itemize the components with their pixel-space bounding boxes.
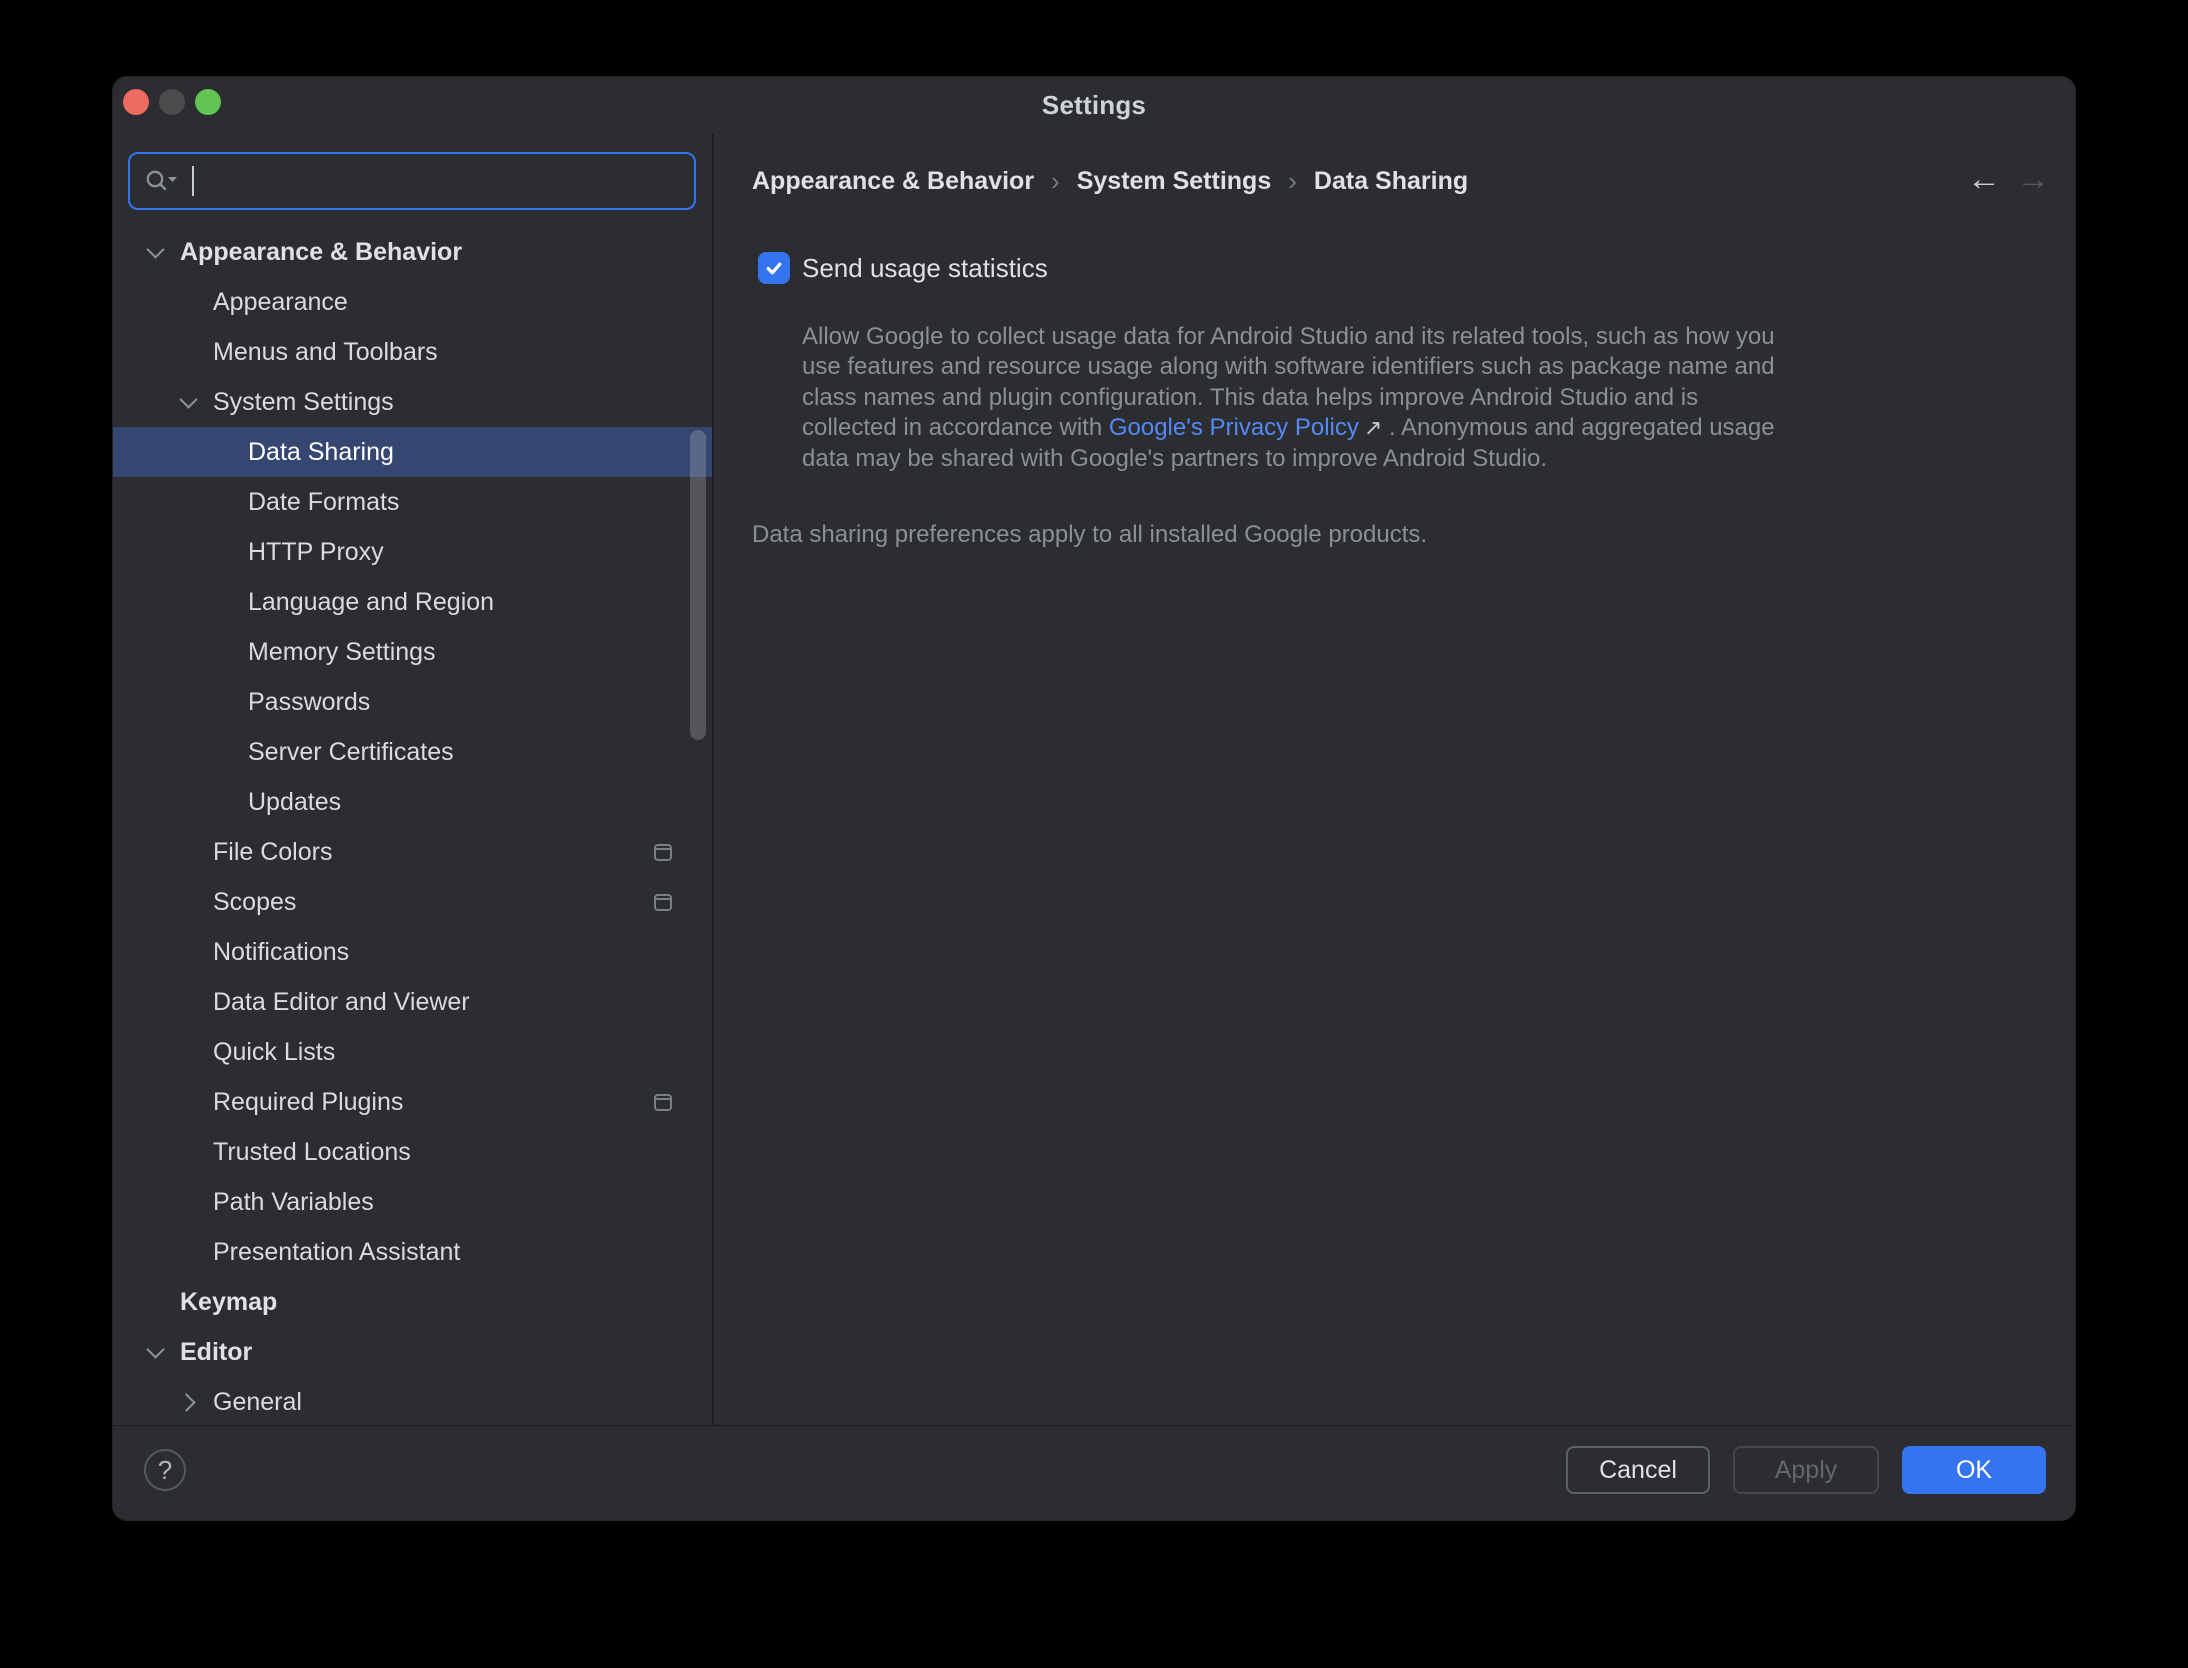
sidebar-item-quick-lists[interactable]: Quick Lists [113,1027,713,1077]
sidebar-item-label: Appearance [213,288,348,317]
window-title: Settings [1042,90,1146,121]
settings-window: Settings Appearance & BehaviorAppearance… [113,77,2075,1520]
sidebar-item-passwords[interactable]: Passwords [113,677,713,727]
sidebar-item-label: Data Sharing [248,438,394,467]
settings-search-input[interactable] [200,167,694,196]
sidebar-item-label: Updates [248,788,341,817]
applied-settings-icon [654,894,672,911]
ok-button[interactable]: OK [1902,1446,2046,1494]
sidebar-item-system-settings[interactable]: System Settings [113,377,713,427]
sidebar-item-notifications[interactable]: Notifications [113,927,713,977]
sidebar-item-label: Server Certificates [248,738,454,767]
sidebar-item-required-plugins[interactable]: Required Plugins [113,1077,713,1127]
back-arrow-icon[interactable]: ← [1967,161,2001,197]
sidebar-item-label: Menus and Toolbars [213,338,438,367]
sidebar-item-label: Appearance & Behavior [180,238,462,267]
settings-tree: Appearance & Behavior Appearance Menus and… [113,227,713,1427]
sidebar-item-label: HTTP Proxy [248,538,384,567]
sidebar-item-label: Date Formats [248,488,399,517]
privacy-policy-link[interactable]: Google's Privacy Policy [1109,414,1359,441]
zoom-button[interactable] [195,89,221,115]
sidebar-item-label: Trusted Locations [213,1138,411,1167]
search-icon[interactable] [144,168,178,194]
breadcrumb-separator: › [1288,166,1297,197]
chevron-down-icon[interactable] [145,248,165,256]
sidebar-scrollbar[interactable] [690,430,706,740]
sidebar-item-label: System Settings [213,388,394,417]
sidebar-item-label: Memory Settings [248,638,436,667]
send-usage-statistics-checkbox[interactable] [758,252,790,284]
sidebar-item-updates[interactable]: Updates [113,777,713,827]
breadcrumb-item-appearance-behavior[interactable]: Appearance & Behavior [752,167,1034,196]
apply-button: Apply [1733,1446,1879,1494]
sidebar-item-label: Quick Lists [213,1038,335,1067]
sidebar-item-label: File Colors [213,838,332,867]
sidebar-item-appearance-behavior[interactable]: Appearance & Behavior [113,227,713,277]
sidebar-item-label: General [213,1388,302,1417]
sidebar-divider [712,134,714,1425]
sidebar-item-label: Language and Region [248,588,494,617]
forward-arrow-icon: → [2016,161,2050,197]
chevron-right-icon[interactable] [178,1396,198,1409]
sidebar-item-label: Required Plugins [213,1088,403,1117]
sidebar-item-date-formats[interactable]: Date Formats [113,477,713,527]
sidebar-item-memory-settings[interactable]: Memory Settings [113,627,713,677]
external-link-icon: ↗ [1359,415,1382,440]
sidebar-item-label: Keymap [180,1288,277,1317]
search-field[interactable] [128,152,696,210]
minimize-button[interactable] [159,89,185,115]
sidebar-item-server-certificates[interactable]: Server Certificates [113,727,713,777]
sidebar-item-label: Notifications [213,938,349,967]
cancel-button[interactable]: Cancel [1566,1446,1710,1494]
sidebar-item-file-colors[interactable]: File Colors [113,827,713,877]
send-usage-statistics-row: Send usage statistics [758,252,1048,284]
sidebar-item-data-sharing[interactable]: Data Sharing [113,427,713,477]
data-sharing-note: Data sharing preferences apply to all in… [752,521,1427,549]
chevron-down-icon[interactable] [178,398,198,406]
text-cursor [192,166,194,196]
sidebar-item-label: Passwords [248,688,370,717]
sidebar-item-data-editor-and-viewer[interactable]: Data Editor and Viewer [113,977,713,1027]
breadcrumb-item-data-sharing[interactable]: Data Sharing [1314,167,1468,196]
help-button[interactable]: ? [144,1449,186,1491]
breadcrumb-item-system-settings[interactable]: System Settings [1077,167,1272,196]
breadcrumb: Appearance & Behavior › System Settings › Da… [752,165,1468,197]
checkmark-icon [764,258,784,278]
sidebar-item-trusted-locations[interactable]: Trusted Locations [113,1127,713,1177]
applied-settings-icon [654,844,672,861]
usage-description: Allow Google to collect usage data for A… [802,322,1792,474]
checkbox-label: Send usage statistics [802,253,1048,284]
sidebar-item-label: Scopes [213,888,296,917]
chevron-down-icon[interactable] [145,1348,165,1356]
sidebar-item-scopes[interactable]: Scopes [113,877,713,927]
sidebar-item-path-variables[interactable]: Path Variables [113,1177,713,1227]
breadcrumb-separator: › [1051,166,1060,197]
sidebar-item-presentation-assistant[interactable]: Presentation Assistant [113,1227,713,1277]
sidebar-item-editor[interactable]: Editor [113,1327,713,1377]
close-button[interactable] [123,89,149,115]
help-label: ? [158,1455,172,1486]
sidebar-item-menus-and-toolbars[interactable]: Menus and Toolbars [113,327,713,377]
sidebar-item-label: Editor [180,1338,252,1367]
sidebar-item-appearance[interactable]: Appearance [113,277,713,327]
sidebar-item-label: Data Editor and Viewer [213,988,470,1017]
sidebar-item-language-and-region[interactable]: Language and Region [113,577,713,627]
sidebar-item-http-proxy[interactable]: HTTP Proxy [113,527,713,577]
applied-settings-icon [654,1094,672,1111]
sidebar-item-label: Path Variables [213,1188,374,1217]
sidebar-item-general[interactable]: General [113,1377,713,1427]
title-bar: Settings [113,77,2075,134]
sidebar-item-keymap[interactable]: Keymap [113,1277,713,1327]
sidebar-item-label: Presentation Assistant [213,1238,460,1267]
